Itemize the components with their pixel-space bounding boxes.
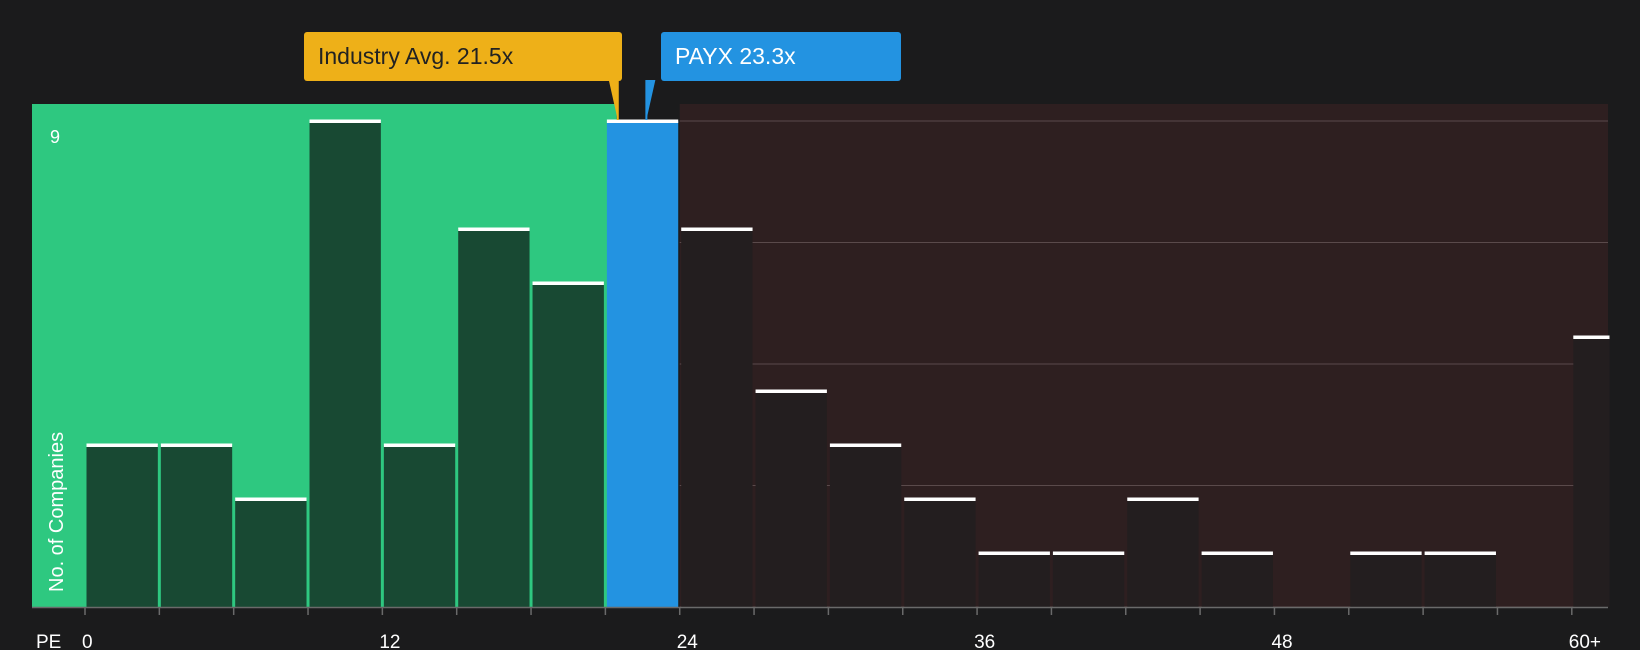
bar bbox=[160, 445, 233, 607]
bar bbox=[1127, 499, 1199, 607]
x-tick-label: 60+ bbox=[1569, 632, 1601, 650]
bar-cap bbox=[86, 443, 158, 447]
bar bbox=[532, 283, 604, 607]
payx-pe-callout: PAYX 23.3x bbox=[661, 32, 901, 81]
bar-cap bbox=[1127, 497, 1199, 501]
bar-cap bbox=[383, 443, 456, 447]
bar-cap bbox=[904, 497, 976, 501]
bar-cap bbox=[309, 119, 381, 123]
bar bbox=[606, 121, 679, 607]
bar bbox=[1424, 553, 1496, 607]
bar bbox=[458, 229, 530, 607]
bar bbox=[1052, 553, 1125, 607]
bar-cap bbox=[1350, 551, 1422, 555]
bar bbox=[978, 553, 1050, 607]
bar-cap bbox=[1201, 551, 1273, 555]
x-axis: 0 12 24 36 48 60+ bbox=[32, 606, 1608, 650]
bar-cap bbox=[1573, 335, 1610, 339]
bar-cap bbox=[235, 497, 307, 501]
x-tick-label: 12 bbox=[379, 632, 400, 650]
x-tick-label: 48 bbox=[1271, 632, 1292, 650]
bar bbox=[755, 391, 827, 607]
x-tick-label: 0 bbox=[82, 632, 93, 650]
bar bbox=[829, 445, 902, 607]
bar-cap bbox=[978, 551, 1050, 555]
y-axis-title: No. of Companies bbox=[46, 432, 68, 592]
bar-cap bbox=[755, 389, 827, 393]
bar bbox=[904, 499, 976, 607]
x-tick-label: 24 bbox=[677, 632, 699, 650]
bar-cap bbox=[532, 281, 604, 285]
y-max-label: 9 bbox=[50, 127, 60, 147]
bar bbox=[383, 445, 456, 607]
pe-distribution-chart: 0 12 24 36 48 60+ 9 No. of Companies PE bbox=[32, 80, 1610, 650]
bar bbox=[681, 229, 753, 607]
bar-cap bbox=[458, 227, 530, 231]
bar bbox=[309, 121, 381, 607]
bar bbox=[86, 445, 158, 607]
x-tick-label: 36 bbox=[974, 632, 995, 650]
industry-average-callout: Industry Avg. 21.5x bbox=[304, 32, 622, 81]
company-pointer bbox=[646, 80, 656, 120]
bar bbox=[1573, 337, 1610, 607]
bar bbox=[1350, 553, 1422, 607]
bar bbox=[235, 499, 307, 607]
bar-cap bbox=[681, 227, 753, 231]
bar bbox=[1201, 553, 1273, 607]
bar-cap bbox=[1424, 551, 1496, 555]
bar-cap bbox=[606, 119, 679, 123]
bar-cap bbox=[829, 443, 902, 447]
x-axis-title: PE bbox=[36, 632, 61, 650]
bar-cap bbox=[1052, 551, 1125, 555]
bar-cap bbox=[160, 443, 233, 447]
